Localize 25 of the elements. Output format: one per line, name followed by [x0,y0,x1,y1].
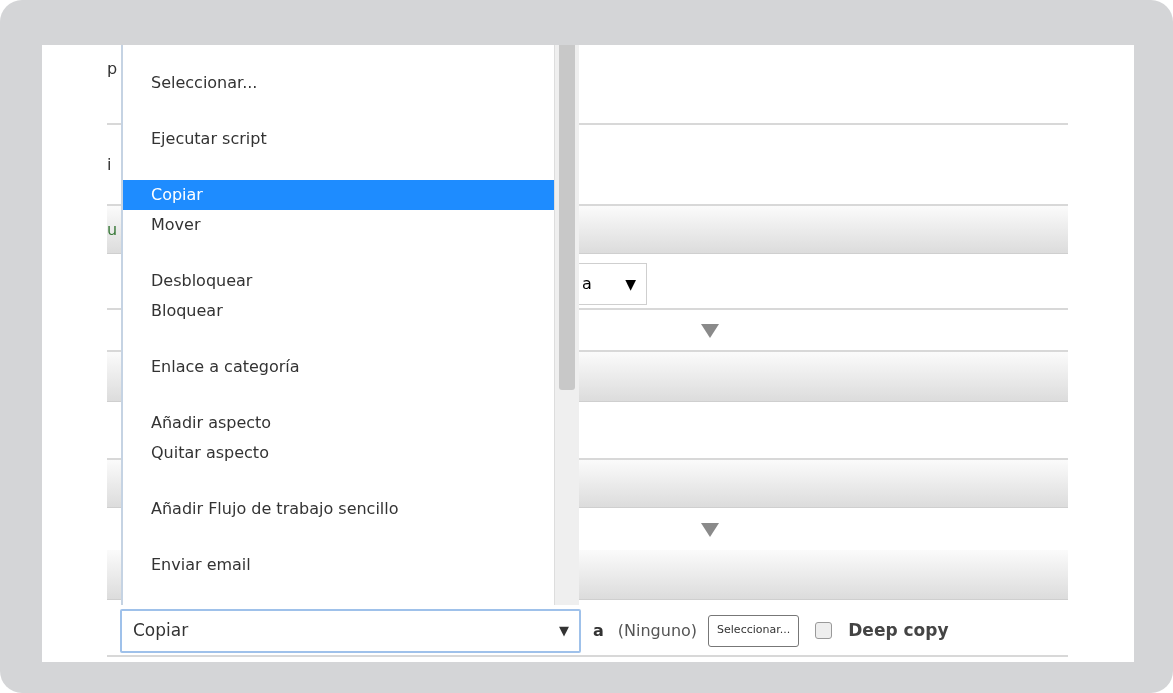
caret-icon: ▼ [625,273,636,295]
dropdown-option[interactable]: Ejecutar script [123,124,554,154]
checkbox-label: Deep copy [848,618,949,642]
triangle-icon[interactable] [701,324,719,338]
dropdown-option[interactable]: Enlace a categoría [123,352,554,382]
select-value: Copiar [133,618,189,642]
dropdown-option[interactable]: Añadir Flujo de trabajo sencillo [123,494,554,524]
dropdown-option[interactable]: Enviar email [123,550,554,580]
scrollbar[interactable] [554,45,579,605]
checkbox[interactable] [815,622,833,639]
action-select[interactable]: Copiar ▼ [120,608,581,653]
target-label: (Ninguno) [617,619,698,642]
dropdown-option[interactable]: Seleccionar... [123,68,554,98]
scrollbar-thumb[interactable] [559,45,575,390]
text-fragment: p [107,61,118,77]
text-fragment: i [107,156,112,173]
dropdown-option[interactable]: Quitar aspecto [123,438,554,468]
select-button[interactable]: Seleccionar... [708,614,800,647]
dropdown-option[interactable]: Añadir aspecto [123,408,554,438]
triangle-icon[interactable] [701,523,719,537]
caret-icon: ▼ [559,620,569,641]
dropdown-option[interactable]: Mover [123,210,554,240]
text-fragment: u [107,222,118,238]
select-value: a [582,273,592,295]
connector-label: a [593,619,604,642]
